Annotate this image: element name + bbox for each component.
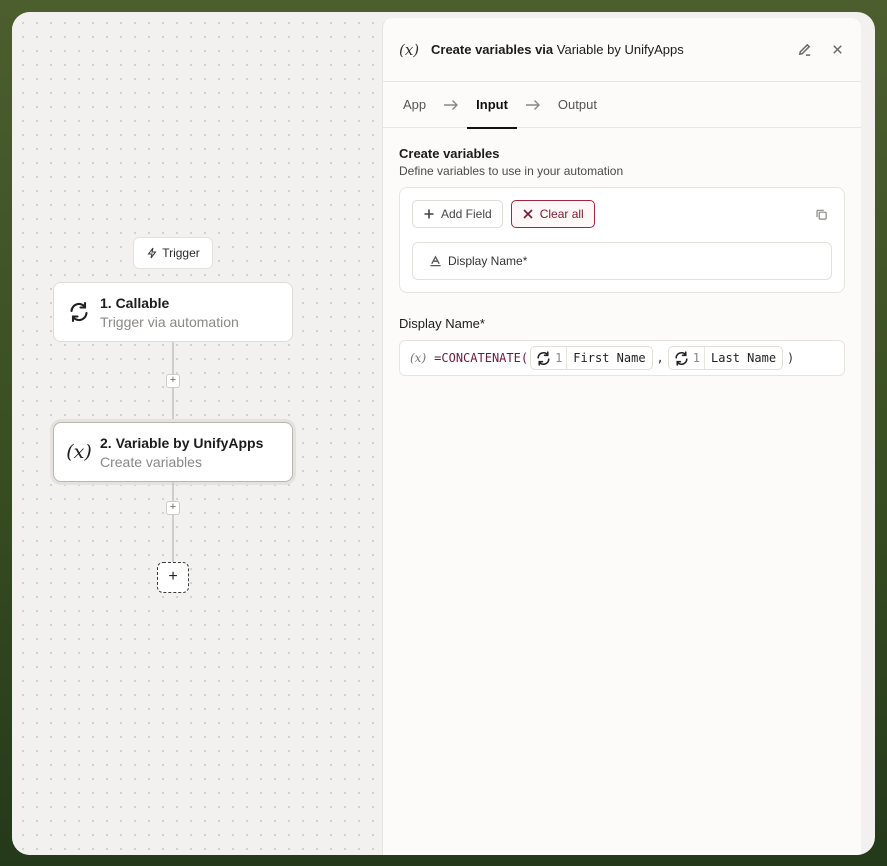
workflow-canvas[interactable]: Trigger 1. Callable Trigger via automati… bbox=[12, 12, 382, 855]
formula-input[interactable]: (x) =CONCATENATE( 1 First Name , 1 Last … bbox=[399, 340, 845, 376]
insert-step-button[interactable]: + bbox=[166, 501, 180, 515]
formula-close: ) bbox=[787, 351, 795, 365]
close-icon[interactable] bbox=[830, 42, 845, 57]
step-number: 1 bbox=[555, 351, 563, 365]
insert-step-button[interactable]: + bbox=[166, 374, 180, 388]
field-label: Display Name* bbox=[399, 316, 485, 331]
step-number: 1 bbox=[692, 351, 701, 365]
variable-reference-chip[interactable]: 1 Last Name bbox=[667, 346, 784, 370]
fields-box: Add Field Clear all Display Name* bbox=[399, 187, 845, 293]
connector-line bbox=[172, 482, 174, 562]
app-window: Trigger 1. Callable Trigger via automati… bbox=[12, 12, 875, 855]
formula-function: =CONCATENATE( bbox=[434, 351, 529, 365]
section-description: Define variables to use in your automati… bbox=[399, 164, 624, 178]
close-icon bbox=[523, 209, 533, 219]
reference-label: First Name bbox=[573, 351, 646, 365]
field-chip-display-name[interactable]: Display Name* bbox=[412, 242, 832, 280]
panel-header: (x) Create variables via Variable by Uni… bbox=[383, 18, 861, 82]
lightning-icon bbox=[147, 247, 157, 259]
tab-app[interactable]: App bbox=[403, 82, 426, 128]
node-callable[interactable]: 1. Callable Trigger via automation bbox=[53, 282, 293, 342]
tab-input[interactable]: Input bbox=[467, 82, 517, 129]
formula-comma: , bbox=[656, 351, 664, 365]
variable-icon: (x) bbox=[399, 40, 420, 59]
trigger-label: Trigger bbox=[162, 246, 200, 260]
clear-all-button[interactable]: Clear all bbox=[510, 200, 595, 228]
arrow-right-icon bbox=[525, 99, 541, 111]
reference-label: Last Name bbox=[711, 351, 777, 365]
edit-icon[interactable] bbox=[797, 42, 812, 57]
refresh-icon bbox=[66, 299, 92, 325]
plus-icon bbox=[424, 209, 434, 219]
node-subtitle: Create variables bbox=[100, 453, 202, 470]
node-title: 2. Variable by UnifyApps bbox=[100, 434, 264, 451]
panel-title: Create variables via Variable by UnifyAp… bbox=[431, 42, 684, 57]
copy-icon[interactable] bbox=[815, 208, 828, 226]
variable-icon: (x) bbox=[66, 441, 92, 463]
step-config-panel: (x) Create variables via Variable by Uni… bbox=[382, 18, 861, 855]
variable-reference-chip[interactable]: 1 First Name bbox=[530, 346, 653, 370]
formula-icon: (x) bbox=[410, 351, 427, 365]
trigger-chip[interactable]: Trigger bbox=[133, 237, 213, 269]
section-title: Create variables bbox=[399, 146, 500, 161]
add-field-button[interactable]: Add Field bbox=[412, 200, 503, 228]
node-subtitle: Trigger via automation bbox=[100, 313, 239, 330]
node-variable[interactable]: (x) 2. Variable by UnifyApps Create vari… bbox=[53, 422, 293, 482]
text-type-icon bbox=[430, 255, 441, 267]
node-title: 1. Callable bbox=[100, 294, 170, 311]
tab-output[interactable]: Output bbox=[558, 82, 597, 128]
create-variables-section: Create variables Define variables to use… bbox=[383, 128, 861, 376]
refresh-icon bbox=[675, 350, 688, 366]
arrow-right-icon bbox=[443, 99, 459, 111]
refresh-icon bbox=[537, 350, 550, 366]
tab-bar: App Input Output bbox=[383, 82, 861, 129]
add-step-button[interactable]: + bbox=[157, 562, 189, 593]
